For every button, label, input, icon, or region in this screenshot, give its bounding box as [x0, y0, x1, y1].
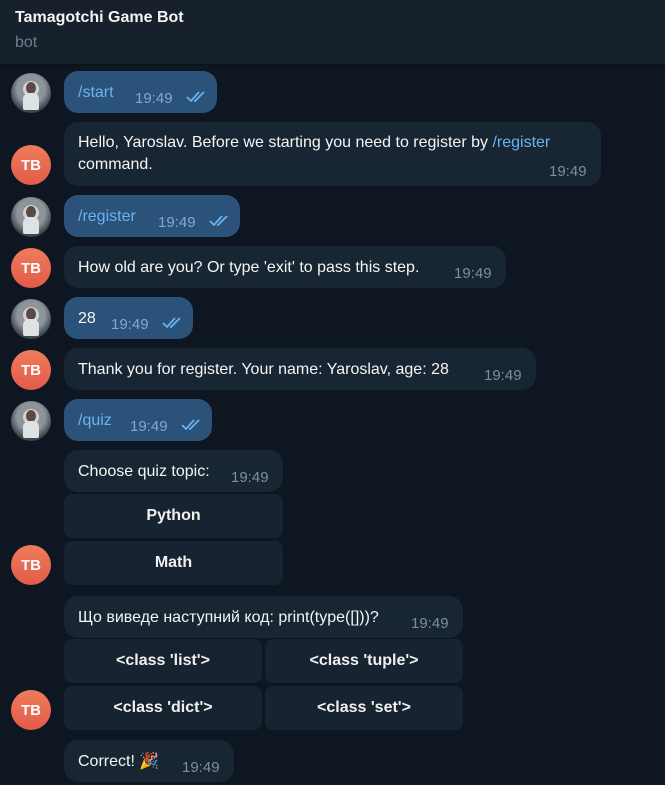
message-text: Correct! 🎉	[78, 753, 160, 770]
bot-avatar[interactable]: TB	[11, 690, 51, 730]
message-time: 19:49	[454, 265, 492, 282]
bot-avatar[interactable]: TB	[11, 545, 51, 585]
bot-avatar[interactable]: TB	[11, 350, 51, 390]
message-incoming[interactable]: Choose quiz topic: 19:49	[64, 450, 283, 492]
message-incoming[interactable]: Thank you for register. Your name: Yaros…	[64, 348, 536, 390]
message-text: Thank you for register. Your name: Yaros…	[78, 361, 449, 378]
inline-button-math[interactable]: Math	[64, 541, 283, 585]
double-check-icon	[186, 91, 205, 103]
command-link[interactable]: /register	[78, 206, 136, 228]
message-time: 19:49	[130, 418, 168, 435]
message-outgoing[interactable]: 28 19:49	[64, 297, 193, 339]
chat-subtitle: bot	[15, 34, 38, 51]
command-link[interactable]: /quiz	[78, 410, 112, 432]
inline-button-class-tuple[interactable]: <class 'tuple'>	[265, 639, 463, 683]
message-text: How old are you? Or type 'exit' to pass …	[78, 259, 420, 276]
message-incoming[interactable]: How old are you? Or type 'exit' to pass …	[64, 246, 506, 288]
message-text: Що виведе наступний код: print(type([]))…	[78, 609, 379, 626]
double-check-icon	[162, 317, 181, 329]
double-check-icon	[181, 419, 200, 431]
message-text: 28	[78, 310, 96, 327]
message-incoming[interactable]: Correct! 🎉 19:49	[64, 740, 234, 782]
message-text: Choose quiz topic:	[78, 463, 210, 480]
user-avatar[interactable]	[11, 73, 51, 113]
message-time: 19:49	[411, 615, 449, 632]
message-text-continued: command.	[78, 156, 153, 173]
message-time: 19:49	[111, 316, 149, 333]
message-time: 19:49	[182, 759, 220, 776]
message-time: 19:49	[135, 90, 173, 107]
chat-title: Tamagotchi Game Bot	[15, 9, 184, 26]
double-check-icon	[209, 215, 228, 227]
user-avatar[interactable]	[11, 299, 51, 339]
message-incoming[interactable]: Що виведе наступний код: print(type([]))…	[64, 596, 463, 638]
message-outgoing[interactable]: /register 19:49	[64, 195, 240, 237]
bot-avatar[interactable]: TB	[11, 145, 51, 185]
inline-button-python[interactable]: Python	[64, 494, 283, 538]
message-time: 19:49	[549, 163, 587, 180]
user-avatar[interactable]	[11, 197, 51, 237]
message-outgoing[interactable]: /start 19:49	[64, 71, 217, 113]
message-outgoing[interactable]: /quiz 19:49	[64, 399, 212, 441]
inline-button-class-list[interactable]: <class 'list'>	[64, 639, 262, 683]
user-avatar[interactable]	[11, 401, 51, 441]
register-command-link[interactable]: /register	[492, 134, 550, 151]
message-time: 19:49	[484, 367, 522, 384]
message-time: 19:49	[158, 214, 196, 231]
inline-button-class-dict[interactable]: <class 'dict'>	[64, 686, 262, 730]
bot-avatar[interactable]: TB	[11, 248, 51, 288]
message-time: 19:49	[231, 469, 269, 486]
inline-button-class-set[interactable]: <class 'set'>	[265, 686, 463, 730]
command-link[interactable]: /start	[78, 82, 114, 104]
message-text: Hello, Yaroslav. Before we starting you …	[78, 134, 493, 151]
chat-header[interactable]: Tamagotchi Game Bot bot	[0, 0, 665, 65]
message-incoming[interactable]: Hello, Yaroslav. Before we starting you …	[64, 122, 601, 186]
